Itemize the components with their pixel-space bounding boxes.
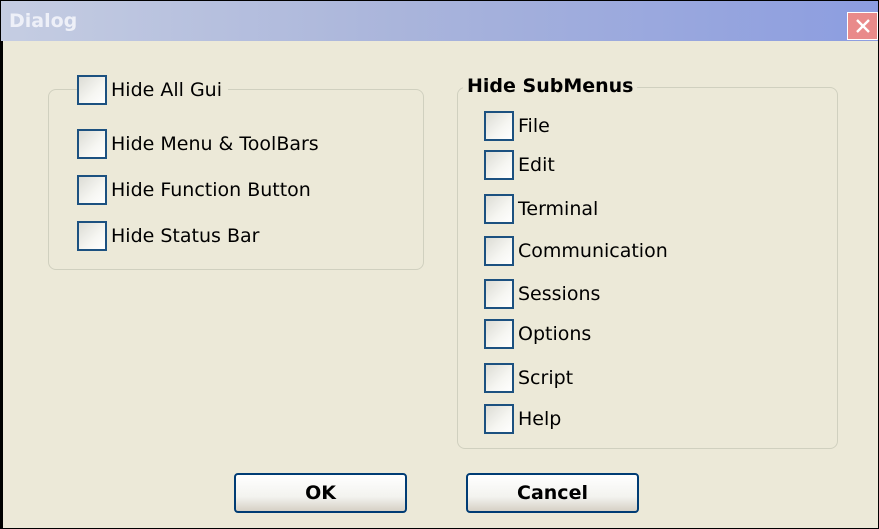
checkbox-label: Hide All Gui <box>111 79 222 101</box>
checkbox-box[interactable] <box>77 129 107 159</box>
submenu-communication-checkbox[interactable]: Communication <box>484 235 674 267</box>
hide-menu-toolbars-checkbox[interactable]: Hide Menu & ToolBars <box>77 128 325 160</box>
checkbox-box[interactable] <box>484 194 514 224</box>
submenu-edit-checkbox[interactable]: Edit <box>484 149 561 181</box>
checkbox-label: Hide Menu & ToolBars <box>111 133 319 155</box>
checkbox-label: File <box>518 115 550 137</box>
close-icon <box>855 19 870 33</box>
cancel-button[interactable]: Cancel <box>466 473 639 513</box>
submenu-help-checkbox[interactable]: Help <box>484 403 568 435</box>
checkbox-label: Options <box>518 323 592 345</box>
checkbox-label: Script <box>518 367 574 389</box>
window-left-border <box>1 41 3 528</box>
checkbox-label: Hide Function Button <box>111 179 311 201</box>
checkbox-box[interactable] <box>484 111 514 141</box>
submenu-sessions-checkbox[interactable]: Sessions <box>484 278 607 310</box>
title-bar[interactable]: Dialog <box>1 1 878 41</box>
submenu-terminal-checkbox[interactable]: Terminal <box>484 193 605 225</box>
checkbox-box[interactable] <box>77 75 107 105</box>
checkbox-box[interactable] <box>77 221 107 251</box>
submenu-script-checkbox[interactable]: Script <box>484 362 580 394</box>
submenu-options-checkbox[interactable]: Options <box>484 318 598 350</box>
dialog-window: Dialog Hide All Gui Hide Menu & ToolBars… <box>0 0 879 529</box>
hide-status-bar-checkbox[interactable]: Hide Status Bar <box>77 220 266 252</box>
checkbox-box[interactable] <box>484 150 514 180</box>
submenu-file-checkbox[interactable]: File <box>484 110 556 142</box>
checkbox-box[interactable] <box>484 236 514 266</box>
hide-all-gui-checkbox[interactable]: Hide All Gui <box>77 74 228 106</box>
checkbox-box[interactable] <box>77 175 107 205</box>
checkbox-box[interactable] <box>484 319 514 349</box>
checkbox-box[interactable] <box>484 279 514 309</box>
hide-function-button-checkbox[interactable]: Hide Function Button <box>77 174 317 206</box>
checkbox-label: Communication <box>518 240 668 262</box>
ok-button[interactable]: OK <box>234 473 407 513</box>
checkbox-label: Sessions <box>518 283 601 305</box>
checkbox-box[interactable] <box>484 404 514 434</box>
checkbox-box[interactable] <box>484 363 514 393</box>
checkbox-label: Help <box>518 408 562 430</box>
window-title: Dialog <box>9 10 78 32</box>
checkbox-label: Terminal <box>518 198 599 220</box>
close-button[interactable] <box>847 12 878 40</box>
checkbox-label: Hide Status Bar <box>111 225 260 247</box>
hide-submenus-title: Hide SubMenus <box>463 75 638 97</box>
checkbox-label: Edit <box>518 154 555 176</box>
